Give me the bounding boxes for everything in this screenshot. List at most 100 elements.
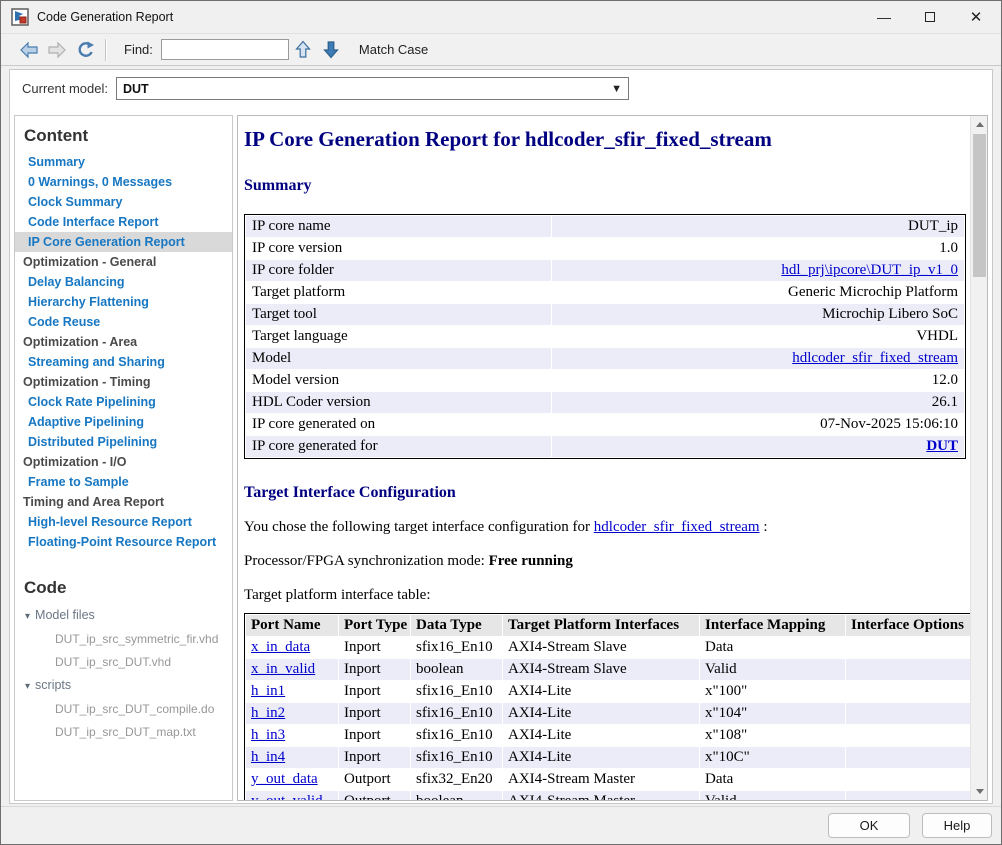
interface-cell: x"108" [700, 725, 845, 746]
sidebar-item-frame-to-sample[interactable]: Frame to Sample [15, 472, 232, 492]
intro-prefix: You chose the following target interface… [244, 519, 594, 535]
sidebar-item-code-interface-report[interactable]: Code Interface Report [15, 212, 232, 232]
interface-column-header: Port Name [246, 615, 338, 636]
interface-column-header: Target Platform Interfaces [503, 615, 699, 636]
match-case-toggle[interactable]: Match Case [359, 42, 428, 57]
refresh-button[interactable] [71, 37, 99, 63]
back-button[interactable] [15, 37, 43, 63]
ok-button[interactable]: OK [828, 813, 910, 838]
interface-cell: Inport [339, 703, 410, 724]
sync-mode-value: Free running [489, 553, 573, 569]
sidebar-item-distributed-pipelining[interactable]: Distributed Pipelining [15, 432, 232, 452]
interface-column-header: Interface Options [846, 615, 970, 636]
sidebar-item-hierarchy-flattening[interactable]: Hierarchy Flattening [15, 292, 232, 312]
collapse-triangle-icon: ▾ [25, 611, 30, 622]
interface-cell: Inport [339, 747, 410, 768]
code-group-label: scripts [35, 678, 71, 692]
maximize-button[interactable] [907, 1, 953, 33]
interface-cell: AXI4-Lite [503, 747, 699, 768]
interface-cell: AXI4-Stream Slave [503, 637, 699, 658]
summary-row: IP core version1.0 [246, 238, 964, 259]
code-file-item[interactable]: DUT_ip_src_DUT.vhd [15, 651, 232, 674]
code-group-model-files[interactable]: ▾Model files [15, 604, 232, 628]
summary-row-value: hdlcoder_sfir_fixed_stream [552, 348, 964, 369]
summary-row-value: 12.0 [552, 370, 964, 391]
vertical-scrollbar[interactable] [970, 116, 987, 800]
sidebar-item-delay-balancing[interactable]: Delay Balancing [15, 272, 232, 292]
interface-cell: sfix16_En10 [411, 725, 502, 746]
sidebar-item-summary[interactable]: Summary [15, 152, 232, 172]
summary-row-label: Target platform [246, 282, 551, 303]
current-model-dropdown[interactable]: DUT ▼ [116, 77, 629, 100]
sidebar-item-streaming-and-sharing[interactable]: Streaming and Sharing [15, 352, 232, 372]
close-button[interactable]: ✕ [953, 1, 999, 33]
code-file-item[interactable]: DUT_ip_src_DUT_compile.do [15, 698, 232, 721]
interface-cell: Inport [339, 659, 410, 680]
interface-cell: Inport [339, 681, 410, 702]
code-group-scripts[interactable]: ▾scripts [15, 674, 232, 698]
sidebar-item-adaptive-pipelining[interactable]: Adaptive Pipelining [15, 412, 232, 432]
sidebar-item-high-level-resource-report[interactable]: High-level Resource Report [15, 512, 232, 532]
summary-value-link[interactable]: hdlcoder_sfir_fixed_stream [792, 350, 958, 366]
dialog-footer: OK Help [1, 806, 1001, 844]
interface-table-row: h_in3 Inportsfix16_En10AXI4-Litex"108" [246, 725, 970, 746]
sync-mode-line: Processor/FPGA synchronization mode: Fre… [244, 553, 968, 570]
interface-cell: AXI4-Lite [503, 725, 699, 746]
sidebar-item-clock-rate-pipelining[interactable]: Clock Rate Pipelining [15, 392, 232, 412]
summary-value-link[interactable]: DUT [926, 438, 958, 454]
port-name-link[interactable]: y_out_valid [251, 793, 323, 800]
summary-row: IP core generated forDUT [246, 436, 964, 457]
scroll-down-button[interactable] [971, 783, 988, 800]
code-file-item[interactable]: DUT_ip_src_DUT_map.txt [15, 721, 232, 744]
interface-cell: h_in3 [246, 725, 338, 746]
interface-cell: h_in2 [246, 703, 338, 724]
summary-row: Modelhdlcoder_sfir_fixed_stream [246, 348, 964, 369]
find-label: Find: [124, 42, 153, 57]
scrollbar-thumb[interactable] [973, 134, 986, 277]
minimize-button[interactable]: — [861, 1, 907, 33]
interface-cell: x"104" [700, 703, 845, 724]
port-name-link[interactable]: h_in4 [251, 749, 285, 765]
scroll-down-icon [976, 789, 984, 794]
port-name-link[interactable]: h_in2 [251, 705, 285, 721]
port-name-link[interactable]: x_in_data [251, 639, 310, 655]
target-interface-heading: Target Interface Configuration [244, 484, 968, 502]
summary-row-value: DUT_ip [552, 216, 964, 237]
interface-cell: Data [700, 637, 845, 658]
sidebar-item-code-reuse[interactable]: Code Reuse [15, 312, 232, 332]
title-bar: Code Generation Report — ✕ [1, 1, 1001, 33]
report-browser-panel: Current model: DUT ▼ Content Summary0 Wa… [9, 69, 993, 804]
port-name-link[interactable]: h_in1 [251, 683, 285, 699]
interface-cell: x"10C" [700, 747, 845, 768]
scroll-up-button[interactable] [971, 116, 988, 133]
summary-row-label: IP core generated on [246, 414, 551, 435]
find-input[interactable] [161, 39, 289, 60]
find-previous-button[interactable] [289, 37, 317, 63]
summary-value-link[interactable]: hdl_prj\ipcore\DUT_ip_v1_0 [781, 262, 958, 278]
model-link[interactable]: hdlcoder_sfir_fixed_stream [594, 519, 760, 535]
summary-row: Target toolMicrochip Libero SoC [246, 304, 964, 325]
interface-cell: sfix16_En10 [411, 681, 502, 702]
summary-row: IP core generated on07-Nov-2025 15:06:10 [246, 414, 964, 435]
interface-table-row: x_in_dataInportsfix16_En10AXI4-Stream Sl… [246, 637, 970, 658]
toolbar-separator [105, 39, 106, 61]
forward-button[interactable] [43, 37, 71, 63]
sidebar-item-0-warnings-0-messages[interactable]: 0 Warnings, 0 Messages [15, 172, 232, 192]
interface-table: Port NamePort TypeData TypeTarget Platfo… [244, 613, 970, 800]
find-next-button[interactable] [317, 37, 345, 63]
port-name-link[interactable]: h_in3 [251, 727, 285, 743]
current-model-label: Current model: [22, 81, 108, 96]
interface-cell: Inport [339, 725, 410, 746]
code-file-item[interactable]: DUT_ip_src_symmetric_fir.vhd [15, 628, 232, 651]
summary-table: IP core nameDUT_ipIP core version1.0IP c… [244, 214, 966, 459]
port-name-link[interactable]: x_in_valid [251, 661, 315, 677]
sidebar-item-ip-core-generation-report[interactable]: IP Core Generation Report [15, 232, 232, 252]
back-arrow-icon [19, 41, 39, 59]
sidebar-item-floating-point-resource-report[interactable]: Floating-Point Resource Report [15, 532, 232, 552]
interface-table-caption: Target platform interface table: [244, 587, 968, 604]
summary-heading: Summary [244, 177, 968, 195]
help-button[interactable]: Help [922, 813, 992, 838]
sidebar-item-clock-summary[interactable]: Clock Summary [15, 192, 232, 212]
interface-cell: AXI4-Lite [503, 703, 699, 724]
port-name-link[interactable]: y_out_data [251, 771, 318, 787]
